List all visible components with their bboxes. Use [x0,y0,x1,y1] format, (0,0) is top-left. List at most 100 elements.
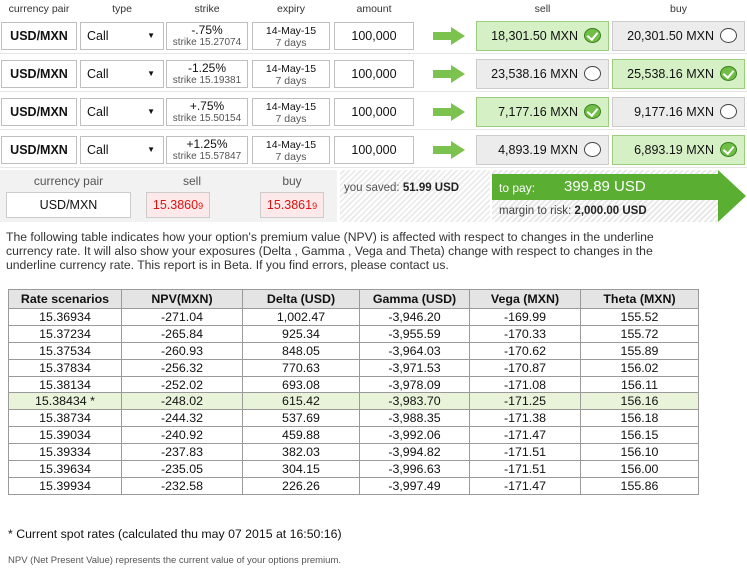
leg-type-select[interactable]: Call ▼ [80,60,164,88]
leg-type-select[interactable]: Call ▼ [80,136,164,164]
table-cell: -3,992.06 [359,426,470,445]
col-vega: Vega (MXN) [469,289,581,309]
sell-select-checkbox[interactable] [584,66,601,81]
header-buy: buy [670,3,687,15]
option-leg-row: USD/MXN Call ▼ -.75% strike 15.27074 14-May-1… [0,18,747,54]
table-cell: 156.00 [580,460,699,478]
col-delta: Delta (USD) [242,289,360,309]
table-cell: 15.39034 [8,426,122,445]
buy-select-checkbox[interactable] [720,28,737,43]
leg-expiry[interactable]: 14-May-15 7 days [252,22,330,50]
leg-type-select[interactable]: Call ▼ [80,98,164,126]
leg-expiry[interactable]: 14-May-15 7 days [252,98,330,126]
leg-strike[interactable]: +1.25% strike 15.57847 [166,136,248,164]
table-cell: 156.16 [580,392,699,411]
buy-price-cell[interactable]: 25,538.16 MXN [612,59,745,89]
sell-price-cell[interactable]: 4,893.19 MXN [476,135,609,165]
leg-expiry[interactable]: 14-May-15 7 days [252,60,330,88]
sell-price-cell[interactable]: 18,301.50 MXN [476,21,609,51]
table-cell: 304.15 [242,460,360,478]
chevron-down-icon: ▼ [147,145,155,154]
table-cell: -232.58 [121,476,243,495]
chevron-down-icon: ▼ [147,31,155,40]
leg-expiry[interactable]: 14-May-15 7 days [252,136,330,164]
column-header-bar: currency pair type strike expiry amount … [0,0,747,18]
col-rate-scenarios: Rate scenarios [8,289,122,309]
leg-strike[interactable]: +.75% strike 15.50154 [166,98,248,126]
table-cell: -240.92 [121,426,243,445]
table-header-row: Rate scenarios NPV(MXN) Delta (USD) Gamm… [8,289,699,309]
table-row: 15.36934 -271.04 1,002.47 -3,946.20 -169.99 1… [8,308,699,326]
leg-strike[interactable]: -.75% strike 15.27074 [166,22,248,50]
table-cell: 15.39634 [8,460,122,478]
strike-percent: +1.25% [186,137,228,151]
table-cell: -244.32 [121,409,243,428]
spot-sell-rate-main: 15.3860 [152,198,199,212]
option-leg-row: USD/MXN Call ▼ +.75% strike 15.50154 14-May-1… [0,94,747,130]
table-row: 15.37534 -260.93 848.05 -3,964.03 -170.62 155… [8,341,699,360]
expiry-days: 7 days [275,113,307,125]
buy-select-checkbox[interactable] [720,142,737,157]
table-cell: 15.36934 [8,308,122,326]
scenario-table: Rate scenarios NPV(MXN) Delta (USD) Gamm… [8,289,699,495]
sell-price-cell[interactable]: 23,538.16 MXN [476,59,609,89]
leg-strike[interactable]: -1.25% strike 15.19381 [166,60,248,88]
buy-select-checkbox[interactable] [720,104,737,119]
table-cell: -265.84 [121,324,243,343]
pay-arrow-tip-icon[interactable] [718,170,746,222]
table-cell: -3,964.03 [359,341,470,360]
sell-select-checkbox[interactable] [584,104,601,119]
margin-value: 2,000.00 USD [574,205,647,217]
leg-type-select[interactable]: Call ▼ [80,22,164,50]
sell-select-checkbox[interactable] [584,142,601,157]
table-cell: -235.05 [121,460,243,478]
expiry-date: 14-May-15 [265,139,317,151]
table-cell: -3,971.53 [359,358,470,377]
header-expiry: expiry [276,3,305,15]
table-cell: -171.38 [469,409,581,428]
table-cell: -170.62 [469,341,581,360]
table-row: 15.39034 -240.92 459.88 -3,992.06 -171.47 156… [8,426,699,445]
table-cell: -252.02 [121,375,243,394]
savings-text: you saved: 51.99 USD [344,182,459,194]
table-cell: -3,955.59 [359,324,470,343]
table-cell: 155.89 [580,341,699,360]
summary-pair-value: USD/MXN [6,192,131,218]
buy-price-cell[interactable]: 20,301.50 MXN [612,21,745,51]
table-cell: 15.37234 [8,324,122,343]
table-cell: 156.10 [580,443,699,462]
spot-sell-rate-pip: 9 [198,201,204,211]
table-cell: 1,002.47 [242,308,360,326]
summary-buy-label: buy [282,174,302,188]
table-cell: -169.99 [469,308,581,326]
table-cell: -271.04 [121,308,243,326]
margin-text: margin to risk: 2,000.00 USD [499,205,647,217]
table-cell: -248.02 [121,392,243,411]
leg-amount-input[interactable]: 100,000 [334,22,414,50]
table-cell: 156.02 [580,358,699,377]
leg-type-value: Call [87,67,109,81]
buy-price-cell[interactable]: 6,893.19 MXN [612,135,745,165]
sell-select-checkbox[interactable] [584,28,601,43]
table-cell: 848.05 [242,341,360,360]
table-cell: 155.52 [580,308,699,326]
leg-amount-input[interactable]: 100,000 [334,136,414,164]
table-cell: -3,988.35 [359,409,470,428]
table-row: 15.39934 -232.58 226.26 -3,997.49 -171.47 155… [8,476,699,495]
table-cell: 382.03 [242,443,360,462]
table-cell: -171.47 [469,476,581,495]
buy-price-cell[interactable]: 9,177.16 MXN [612,97,745,127]
expiry-days: 7 days [275,75,307,87]
sell-price: 23,538.16 MXN [491,67,578,81]
leg-amount-input[interactable]: 100,000 [334,98,414,126]
buy-select-checkbox[interactable] [720,66,737,81]
header-amount: amount [356,3,392,15]
leg-amount-input[interactable]: 100,000 [334,60,414,88]
table-cell: 15.39334 [8,443,122,462]
table-cell: 156.11 [580,375,699,394]
table-cell: -171.47 [469,426,581,445]
sell-price-cell[interactable]: 7,177.16 MXN [476,97,609,127]
table-cell: -171.51 [469,460,581,478]
table-row: 15.39634 -235.05 304.15 -3,996.63 -171.51 156… [8,460,699,478]
table-cell: 15.37834 [8,358,122,377]
